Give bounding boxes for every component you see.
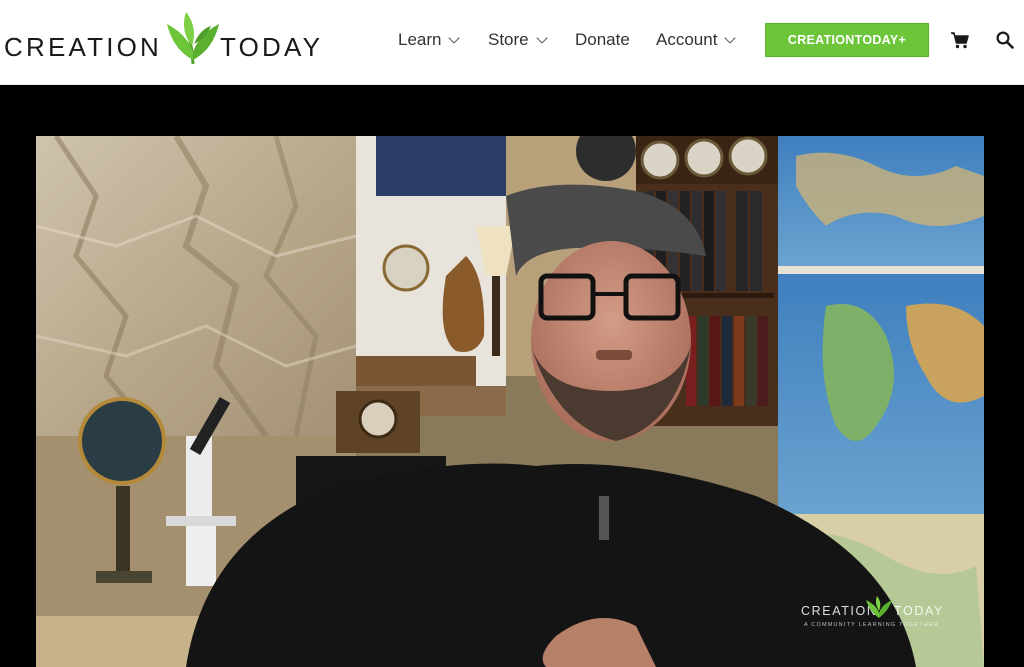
leaf-logo-icon (866, 596, 892, 618)
nav-item-store[interactable]: Store (488, 28, 548, 52)
cart-icon[interactable] (951, 32, 969, 49)
search-icon[interactable] (996, 31, 1014, 49)
watermark-word-today: TODAY (894, 604, 944, 618)
site-logo[interactable]: CREATION TODAY (4, 10, 334, 70)
chevron-down-icon (535, 32, 548, 44)
video-frame[interactable]: CREATION TODAY A COMMUNITY LEARNING TOGE… (36, 136, 984, 667)
watermark-tagline: A COMMUNITY LEARNING TOGETHER (804, 622, 940, 628)
video-player[interactable]: CREATION TODAY A COMMUNITY LEARNING TOGE… (0, 85, 1024, 667)
video-watermark: CREATION TODAY A COMMUNITY LEARNING TOGE… (801, 596, 951, 632)
nav-item-donate[interactable]: Donate (575, 28, 630, 52)
page: CREATION TODAY Learn Store Donate Accoun… (0, 0, 1024, 667)
creationtoday-plus-button[interactable]: CREATIONTODAY+ (765, 23, 929, 57)
nav-item-label: Account (656, 30, 718, 49)
nav-item-account[interactable]: Account (656, 28, 737, 52)
logo-word-creation: CREATION (4, 32, 163, 62)
leaf-logo-icon (167, 12, 219, 65)
chevron-down-icon (448, 32, 461, 44)
nav-item-label: Learn (398, 30, 442, 49)
logo-word-today: TODAY (220, 32, 324, 62)
nav-item-label: Donate (575, 30, 630, 49)
chevron-down-icon (724, 32, 737, 44)
site-header: CREATION TODAY Learn Store Donate Accoun… (0, 0, 1024, 85)
nav-item-learn[interactable]: Learn (398, 28, 461, 52)
video-still-image (36, 136, 984, 667)
nav-item-label: Store (488, 30, 529, 49)
